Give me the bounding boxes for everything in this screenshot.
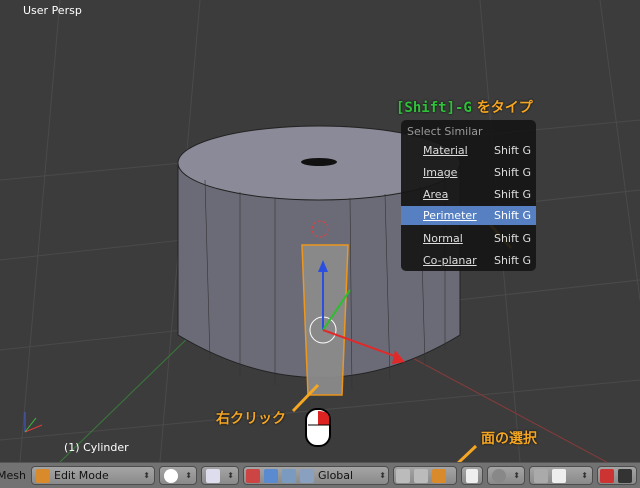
- rotate-icon[interactable]: [282, 468, 296, 483]
- mesh-menu[interactable]: Mesh: [0, 469, 27, 482]
- menu-item-shortcut: Shift G: [493, 188, 531, 201]
- updown-icon: ⬍: [143, 471, 150, 480]
- proportional-icon: [492, 468, 506, 483]
- menu-item-label: Area: [423, 188, 449, 201]
- vertex-select-icon[interactable]: [396, 468, 410, 483]
- render-group[interactable]: [597, 466, 637, 485]
- updown-icon: ⬍: [185, 471, 192, 480]
- menu-item-label: Co-planar: [423, 254, 477, 267]
- hint-keys: [Shift]-G: [396, 100, 472, 116]
- face-select-annotation: 面の選択: [481, 431, 537, 447]
- menu-item-area[interactable]: Area Shift G: [401, 185, 536, 204]
- menu-item-perimeter[interactable]: Perimeter Shift G: [401, 206, 536, 225]
- proportional-edit-select[interactable]: ⬍: [487, 466, 525, 485]
- menu-item-image[interactable]: Image Shift G: [401, 163, 536, 182]
- orientation-select[interactable]: Global: [318, 469, 353, 482]
- menu-item-shortcut: Shift G: [493, 144, 531, 157]
- snap-group[interactable]: ⬍: [529, 466, 593, 485]
- edge-select-icon[interactable]: [414, 468, 428, 483]
- hint-instruction: をタイプ: [471, 100, 533, 116]
- mouse-right-click-icon: [305, 408, 331, 447]
- occlude-icon: [466, 468, 478, 483]
- menu-item-label: Image: [423, 166, 458, 179]
- menu-item-coplanar[interactable]: Co-planar Shift G: [401, 251, 536, 270]
- updown-icon: ⬍: [227, 471, 234, 480]
- view-name: User Persp: [23, 4, 82, 17]
- right-click-annotation: 右クリック: [216, 411, 286, 427]
- view3d-header: Mesh Edit Mode ⬍ ⬍ ⬍ Global ⬍ ⬍ ⬍: [0, 462, 640, 488]
- hint-text: [Shift]-G をタイプ: [396, 97, 533, 117]
- arrow-to-face-select-icon: [456, 444, 478, 462]
- render-still-icon[interactable]: [600, 468, 614, 483]
- menu-item-label: Perimeter: [423, 209, 477, 222]
- viewport-shading-select[interactable]: ⬍: [159, 466, 197, 485]
- menu-item-shortcut: Shift G: [493, 209, 531, 222]
- select-mode-group[interactable]: [393, 466, 457, 485]
- mode-select[interactable]: Edit Mode ⬍: [31, 466, 155, 485]
- pivot-icon: [206, 468, 220, 483]
- menu-item-shortcut: Shift G: [493, 166, 531, 179]
- pivot-point-select[interactable]: ⬍: [201, 466, 239, 485]
- 3d-viewport[interactable]: User Persp (1) Cylinder [Shift]-G をタイプ S…: [0, 0, 640, 462]
- face-select-icon[interactable]: [432, 468, 446, 483]
- scale-icon[interactable]: [300, 468, 314, 483]
- solid-sphere-icon: [164, 468, 178, 483]
- menu-item-shortcut: Shift G: [493, 232, 531, 245]
- menu-title: Select Similar: [407, 125, 483, 138]
- limit-selection-button[interactable]: [461, 466, 483, 485]
- menu-item-label: Material: [423, 144, 468, 157]
- menu-item-material[interactable]: Material Shift G: [401, 141, 536, 160]
- axis-widget-icon: [24, 412, 43, 433]
- scene: [0, 0, 640, 462]
- object-label: (1) Cylinder: [64, 441, 129, 454]
- menu-item-normal[interactable]: Normal Shift G: [401, 229, 536, 248]
- mode-label: Edit Mode: [54, 469, 109, 482]
- menu-item-label: Normal: [423, 232, 463, 245]
- magnet-icon[interactable]: [534, 468, 548, 483]
- snap-element-icon[interactable]: [552, 468, 566, 483]
- transform-manipulator-group[interactable]: Global ⬍: [243, 466, 389, 485]
- top-center: [301, 158, 337, 166]
- menu-item-shortcut: Shift G: [493, 254, 531, 267]
- updown-icon: ⬍: [513, 471, 520, 480]
- edit-mode-icon: [36, 468, 50, 483]
- translate-icon[interactable]: [264, 468, 278, 483]
- arrow-to-face-icon: [291, 383, 320, 413]
- updown-icon: ⬍: [581, 471, 588, 480]
- updown-icon: ⬍: [379, 471, 386, 480]
- render-animation-icon[interactable]: [618, 468, 632, 483]
- select-similar-menu: Select Similar Material Shift G Image Shif…: [401, 120, 536, 271]
- manipulator-toggle-icon[interactable]: [246, 468, 260, 483]
